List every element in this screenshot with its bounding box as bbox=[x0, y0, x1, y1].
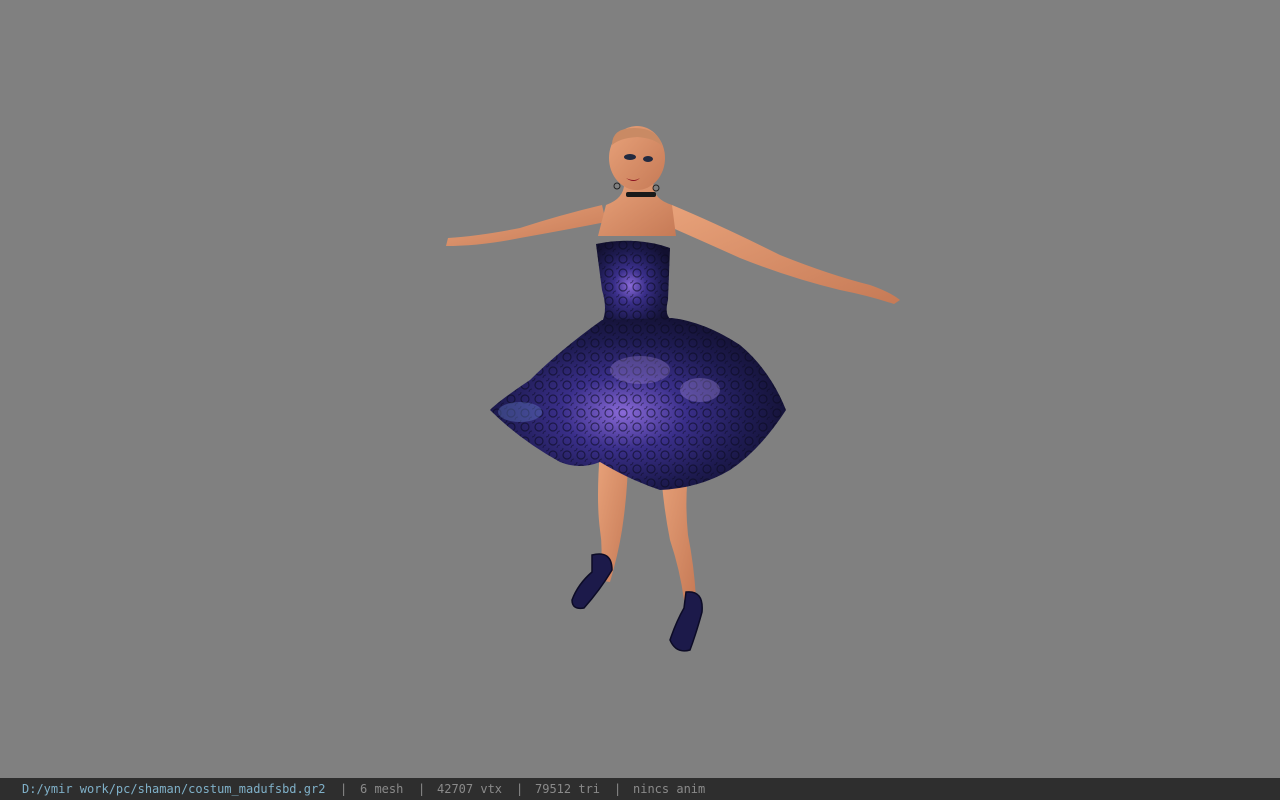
animation-status: nincs anim bbox=[633, 782, 706, 796]
triangle-count: 79512 tri bbox=[535, 782, 601, 796]
separator: | bbox=[614, 782, 622, 796]
vertex-count: 42707 vtx bbox=[437, 782, 503, 796]
status-bar: D:/ymir work/pc/shaman/costum_madufsbd.g… bbox=[0, 778, 1280, 800]
separator: | bbox=[418, 782, 426, 796]
3d-viewport[interactable] bbox=[0, 0, 1280, 778]
mesh-count: 6 mesh bbox=[360, 782, 404, 796]
file-path: D:/ymir work/pc/shaman/costum_madufsbd.g… bbox=[22, 782, 326, 796]
separator: | bbox=[516, 782, 524, 796]
separator: | bbox=[340, 782, 348, 796]
character-model bbox=[446, 126, 900, 652]
